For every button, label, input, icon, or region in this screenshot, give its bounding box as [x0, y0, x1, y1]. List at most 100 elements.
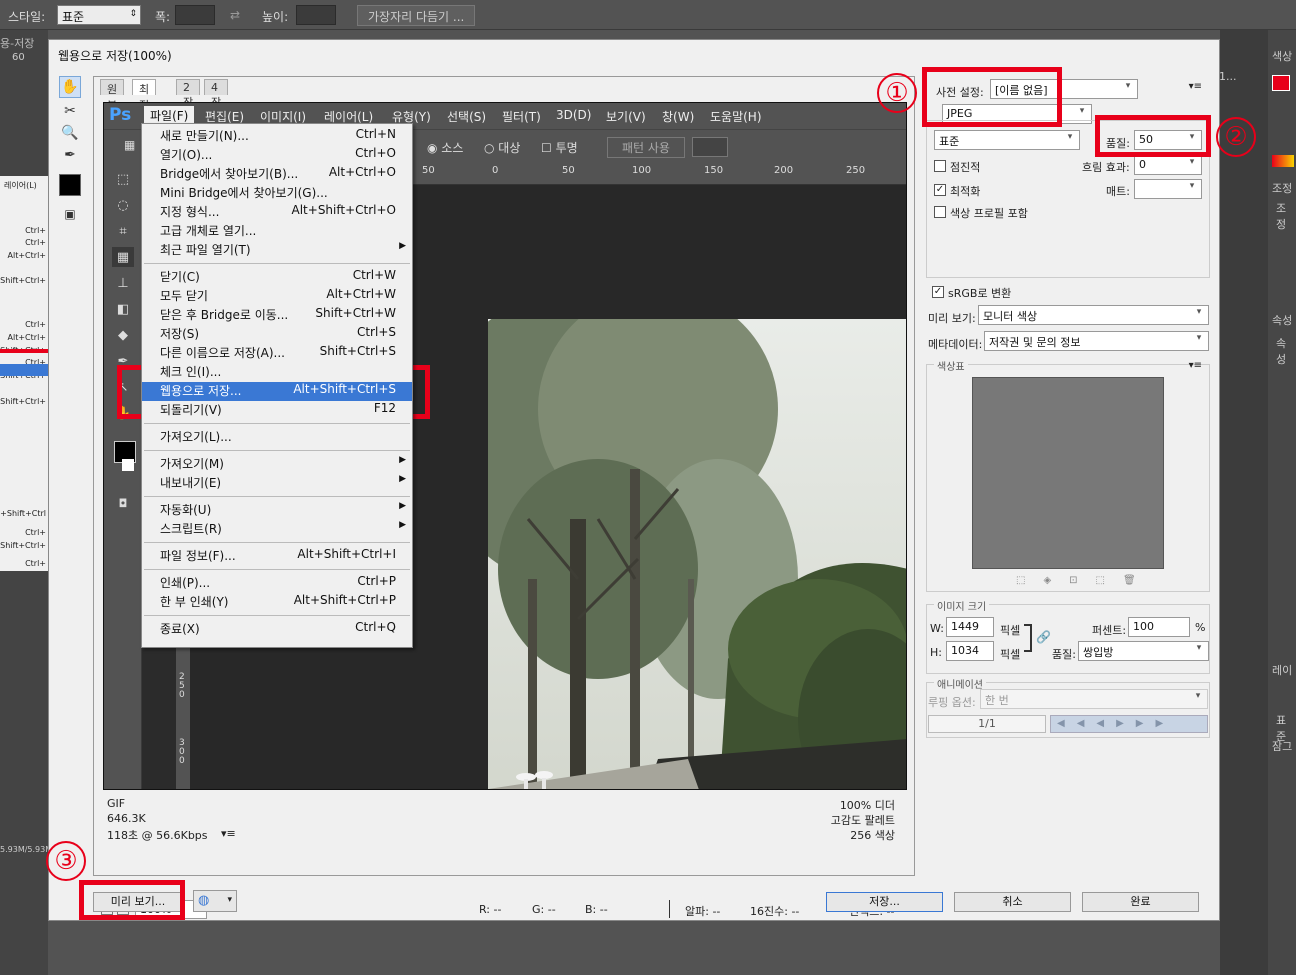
height-input[interactable]	[296, 5, 336, 25]
save-button[interactable]: 저장...	[826, 892, 943, 912]
file-menu-item[interactable]: 최근 파일 열기(T) ▶	[142, 241, 412, 260]
file-menu-item[interactable]: 한 부 인쇄(Y) Alt+Shift+Ctrl+P	[142, 593, 412, 612]
chevron-down-icon: ▾	[227, 895, 232, 905]
hand-tool-icon[interactable]: ✋	[59, 76, 81, 98]
file-menu-item[interactable]: 닫기(C) Ctrl+W	[142, 268, 412, 287]
file-menu-item[interactable]: 닫은 후 Bridge로 이동... Shift+Ctrl+W	[142, 306, 412, 325]
zoom-icon[interactable]: 🔍	[59, 122, 81, 144]
color-table-menu-icon[interactable]: ▾≡	[1189, 360, 1202, 371]
menu-item-shortcut: Shift+Ctrl+W	[315, 306, 396, 320]
animation-controls[interactable]: ◀◀◀▶▶▶	[1050, 715, 1208, 733]
file-menu-item[interactable]: 가져오기(L)...	[142, 428, 412, 447]
loop-label: 루핑 옵션:	[928, 696, 976, 709]
file-menu-item[interactable]: 모두 닫기 Alt+Ctrl+W	[142, 287, 412, 306]
annotation-number-3: ③	[46, 841, 86, 881]
panel-label: 색상	[1272, 50, 1293, 63]
background-right-panel: 01... 색상 조정 조정 속성 속성 레이 표준 잠그	[1212, 30, 1296, 975]
loop-select[interactable]: 한 번 ▾	[980, 689, 1208, 709]
tab-2up[interactable]: 2장	[176, 79, 201, 109]
bg-shortcut-fragment: Ctrl+	[25, 528, 46, 537]
frame-counter: 1/1	[928, 715, 1046, 733]
file-menu-item[interactable]: Mini Bridge에서 찾아보기(G)...	[142, 184, 412, 203]
file-menu-item[interactable]: 웹용으로 저장... Alt+Shift+Ctrl+S	[142, 382, 412, 401]
srgb-checkbox[interactable]: ✓	[932, 286, 944, 298]
submenu-arrow-icon: ▶	[399, 455, 406, 465]
ruler-label: 100	[632, 165, 652, 176]
eyedropper-color-swatch[interactable]	[59, 174, 81, 196]
lasso-tool-icon: ◌	[117, 197, 129, 213]
green-value: G: --	[532, 903, 556, 916]
file-menu-item[interactable]: 새로 만들기(N)... Ctrl+N	[142, 127, 412, 146]
file-menu-item[interactable]: 스크립트(R) ▶	[142, 520, 412, 539]
menu-item-label: 열기(O)...	[160, 148, 213, 162]
file-menu-item[interactable]: 열기(O)... Ctrl+O	[142, 146, 412, 165]
bg-shortcut-fragment: Alt+Ctrl+	[7, 251, 46, 260]
preview-select[interactable]: 모니터 색상 ▾	[978, 305, 1209, 325]
file-menu-item[interactable]: 다른 이름으로 저장(A)... Shift+Ctrl+S	[142, 344, 412, 363]
menu-item-shortcut: Ctrl+W	[352, 268, 396, 282]
file-menu-item[interactable]: 지정 형식... Alt+Shift+Ctrl+O	[142, 203, 412, 222]
panel-label: 레이	[1272, 664, 1293, 677]
resample-select[interactable]: 쌍입방 ▾	[1078, 641, 1209, 661]
color-table-icons[interactable]: ⬚◈⊡⬚🗑	[1016, 575, 1176, 587]
optimize-menu-icon[interactable]: ▾≡	[1189, 81, 1202, 92]
metadata-select[interactable]: 저작권 및 문의 정보 ▾	[984, 331, 1209, 351]
memory-status: 5.93M/5.93M	[0, 845, 53, 854]
file-menu-item[interactable]: 자동화(U) ▶	[142, 501, 412, 520]
file-menu-item[interactable]: 내보내기(E) ▶	[142, 474, 412, 493]
blur-tool-icon: ◆	[118, 327, 128, 343]
height-value: 1034	[951, 644, 979, 657]
tab-4up[interactable]: 4장	[204, 79, 229, 109]
file-menu-item[interactable]: 체크 인(I)...	[142, 363, 412, 382]
menu-item-shortcut: Alt+Shift+Ctrl+P	[293, 593, 396, 607]
red-value: R: --	[479, 903, 502, 916]
chevron-down-icon: ▾	[1196, 307, 1202, 317]
time-menu-icon[interactable]: ▾≡	[221, 827, 236, 840]
menu-item-label: 닫기(C)	[160, 270, 200, 284]
percent-input[interactable]: 100	[1128, 617, 1190, 637]
refine-edge-button[interactable]: 가장자리 다듬기 ...	[357, 5, 476, 26]
toggle-slices-icon[interactable]: ▣	[59, 203, 81, 225]
file-menu: 새로 만들기(N)... Ctrl+N 열기(O)... Ctrl+O Bridge에서…	[141, 123, 413, 648]
tab-original[interactable]: 원본	[100, 79, 125, 112]
file-menu-item[interactable]: 파일 정보(F)... Alt+Shift+Ctrl+I	[142, 547, 412, 566]
done-button[interactable]: 완료	[1082, 892, 1199, 912]
tab-optimized[interactable]: 최적화	[132, 79, 157, 128]
background-menu-fragment: 레이어(L) Ctrl+ Ctrl+ Alt+Ctrl+ t+Shift+Ctrl+ C…	[0, 176, 48, 571]
metadata-value: 저작권 및 문의 정보	[989, 336, 1081, 349]
menu-item-label: Mini Bridge에서 찾아보기(G)...	[160, 186, 328, 200]
panel-label: 조정	[1276, 202, 1287, 231]
browser-select[interactable]: ◍ ▾	[193, 890, 237, 912]
file-menu-item[interactable]: 가져오기(M) ▶	[142, 455, 412, 474]
file-menu-item[interactable]: 고급 개체로 열기...	[142, 222, 412, 241]
chevron-down-icon: ▾	[1195, 691, 1201, 701]
options-bar: 스타일: 표준 ⇕ 폭: ⇄ 높이: 가장자리 다듬기 ...	[0, 0, 1296, 30]
style-select[interactable]: 표준 ⇕	[57, 5, 141, 25]
bg-shortcut-fragment: Alt+Ctrl+	[7, 333, 46, 342]
pattern-picker	[692, 137, 728, 157]
file-menu-item[interactable]: Bridge에서 찾아보기(B)... Alt+Ctrl+O	[142, 165, 412, 184]
foreground-swatch[interactable]	[1272, 75, 1290, 91]
file-menu-item[interactable]: 되돌리기(V) F12	[142, 401, 412, 420]
annotation-number-1: ①	[877, 73, 917, 113]
link-icon[interactable]: 🔗	[1036, 630, 1051, 644]
file-menu-item[interactable]: 저장(S) Ctrl+S	[142, 325, 412, 344]
file-menu-item[interactable]: 인쇄(P)... Ctrl+P	[142, 574, 412, 593]
menu-item-label: 자동화(U)	[160, 503, 212, 517]
settings-panel: 사전 설정: [이름 없음] ▾ ▾≡ JPEG ▾ 표준 ▾ 품질: 50 ▾…	[922, 76, 1216, 876]
cancel-button[interactable]: 취소	[954, 892, 1071, 912]
red-marker	[0, 349, 48, 353]
height-input[interactable]: 1034	[946, 641, 994, 661]
animation-title: 애니메이션	[934, 676, 986, 691]
width-input[interactable]	[175, 5, 215, 25]
file-menu-item[interactable]: 종료(X) Ctrl+Q	[142, 620, 412, 639]
eyedropper-icon[interactable]: ✒	[59, 144, 81, 166]
menu-view: 보기(V)	[606, 110, 646, 124]
swap-icon[interactable]: ⇄	[230, 8, 240, 22]
panel-label: 속성	[1272, 314, 1293, 327]
menu-item-label: 다른 이름으로 저장(A)...	[160, 346, 285, 360]
slice-select-icon[interactable]: ✂	[59, 100, 81, 122]
width-input[interactable]: 1449	[946, 617, 994, 637]
blue-value: B: --	[585, 903, 608, 916]
browser-icon: ◍	[198, 893, 210, 908]
